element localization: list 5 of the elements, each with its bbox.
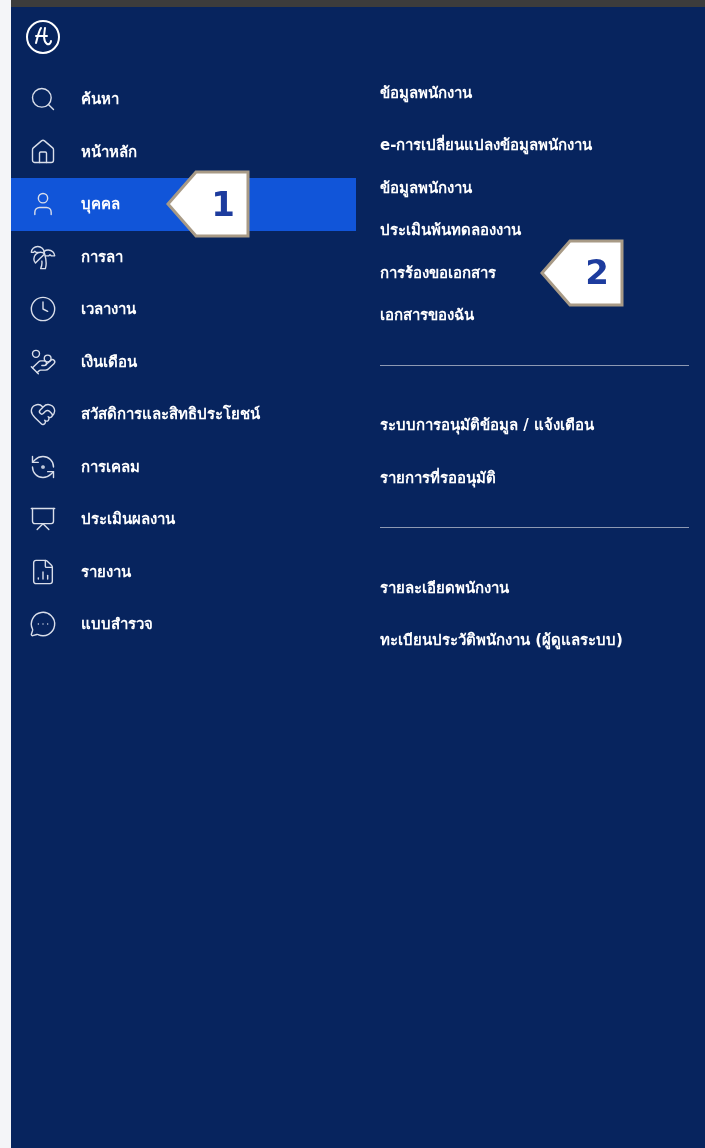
section-heading: ระบบการอนุมัติข้อมูล / แจ้งเตือน <box>380 415 594 437</box>
callout-tooltip: 2 <box>540 238 624 307</box>
section-heading: ข้อมูลพนักงาน <box>380 82 472 105</box>
section-heading: รายละเอียดพนักงาน <box>380 577 509 599</box>
callout-tooltip: 1 <box>166 170 250 239</box>
